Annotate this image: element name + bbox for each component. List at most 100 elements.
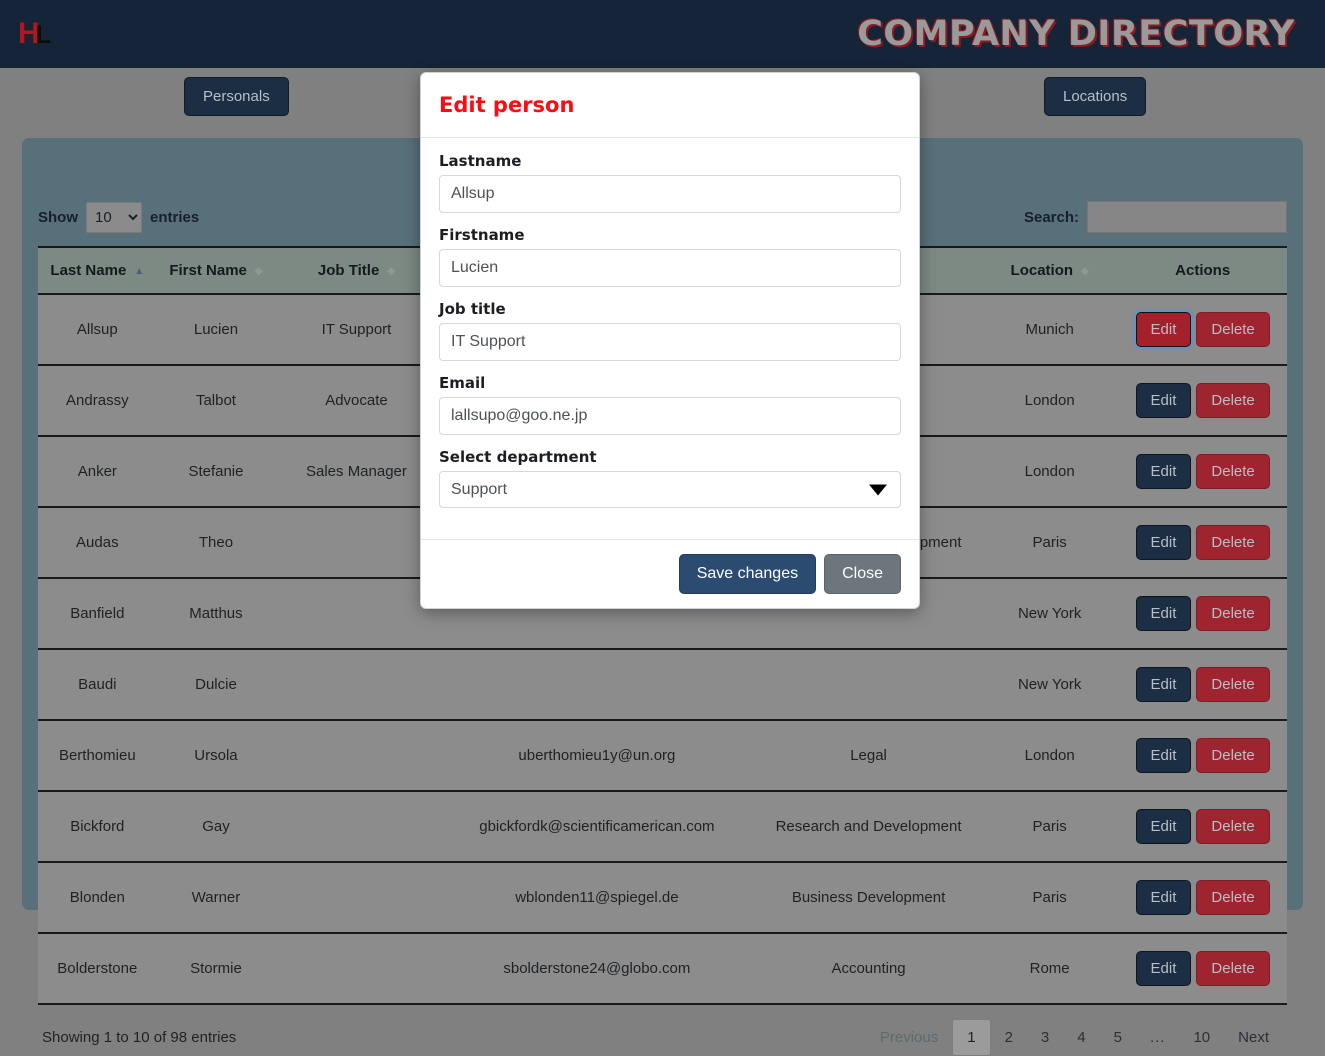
cell-loc: New York xyxy=(980,649,1119,721)
column-header-job[interactable]: Job Title ◆ xyxy=(275,246,438,295)
search-label: Search: xyxy=(1023,208,1079,226)
jobtitle-field[interactable] xyxy=(439,323,901,361)
entries-info: Showing 1 to 10 of 98 entries xyxy=(42,1029,237,1046)
modal-title: Edit person xyxy=(439,93,575,117)
pagination-previous[interactable]: Previous xyxy=(866,1020,952,1055)
edit-button[interactable]: Edit xyxy=(1135,738,1192,773)
show-entries-control: Show 102550100 entries xyxy=(38,201,200,233)
cell-first: Warner xyxy=(156,862,276,934)
pagination-page-3[interactable]: 3 xyxy=(1027,1020,1063,1055)
app-logo: HL xyxy=(18,19,51,49)
modal-header: Edit person xyxy=(421,73,919,138)
delete-button[interactable]: Delete xyxy=(1196,951,1270,986)
firstname-group: Firstname xyxy=(439,226,901,287)
cell-loc: Paris xyxy=(980,862,1119,934)
cell-last: Baudi xyxy=(38,649,157,721)
cell-job xyxy=(275,862,438,934)
cell-loc: Munich xyxy=(980,294,1119,366)
delete-button[interactable]: Delete xyxy=(1196,880,1270,915)
column-header-label: First Name xyxy=(169,262,247,279)
column-header-label: Actions xyxy=(1175,262,1231,279)
pagination-next[interactable]: Next xyxy=(1224,1020,1283,1055)
table-row: Blonden Warner wblonden11@spiegel.de Busine… xyxy=(38,862,1287,934)
sort-ascending-icon: ▲ xyxy=(134,265,145,277)
cell-email: gbickfordk@scientificamerican.com xyxy=(437,791,757,863)
cell-first: Matthus xyxy=(156,578,276,650)
edit-button[interactable]: Edit xyxy=(1135,312,1192,347)
pagination-page-1[interactable]: 1 xyxy=(952,1019,991,1056)
cell-job: Advocate xyxy=(275,365,438,437)
cell-last: Allsup xyxy=(38,294,157,366)
edit-button[interactable]: Edit xyxy=(1135,951,1192,986)
delete-button[interactable]: Delete xyxy=(1196,596,1270,631)
cell-actions: Edit Delete xyxy=(1118,862,1287,934)
cell-job xyxy=(275,507,438,579)
pagination-page-10[interactable]: 10 xyxy=(1179,1020,1224,1055)
cell-email: uberthomieu1y@un.org xyxy=(437,720,757,792)
column-header-label: Location xyxy=(1010,262,1074,279)
column-header-loc[interactable]: Location ◆ xyxy=(980,246,1119,295)
delete-button[interactable]: Delete xyxy=(1196,383,1270,418)
cell-actions: Edit Delete xyxy=(1118,649,1287,721)
delete-button[interactable]: Delete xyxy=(1196,525,1270,560)
lastname-field[interactable] xyxy=(439,175,901,213)
department-group: Select department SupportLegalSalesAccou… xyxy=(439,448,901,508)
entries-label: entries xyxy=(150,208,200,226)
nav-personals-button[interactable]: Personals xyxy=(184,77,289,116)
cell-loc: Paris xyxy=(980,791,1119,863)
search-input[interactable] xyxy=(1087,201,1287,233)
column-header-label: Last Name xyxy=(50,262,127,279)
modal-footer: Save changes Close xyxy=(421,539,919,608)
logo-letter-l: L xyxy=(35,21,51,49)
cell-first: Lucien xyxy=(156,294,276,366)
cell-last: Berthomieu xyxy=(38,720,157,792)
edit-button[interactable]: Edit xyxy=(1135,596,1192,631)
pagination-page-2[interactable]: 2 xyxy=(991,1020,1027,1055)
edit-button[interactable]: Edit xyxy=(1135,525,1192,560)
column-header-last[interactable]: Last Name ▲ xyxy=(38,246,157,295)
cell-job: IT Support xyxy=(275,294,438,366)
edit-button[interactable]: Edit xyxy=(1135,667,1192,702)
page-title: COMPANY DIRECTORY xyxy=(857,14,1295,54)
cell-dept: Research and Development xyxy=(756,791,981,863)
delete-button[interactable]: Delete xyxy=(1196,809,1270,844)
pagination-page-5[interactable]: 5 xyxy=(1100,1020,1136,1055)
edit-button[interactable]: Edit xyxy=(1135,880,1192,915)
department-select[interactable]: SupportLegalSalesAccountingBusiness Deve… xyxy=(439,471,901,508)
cell-first: Talbot xyxy=(156,365,276,437)
nav-locations-button[interactable]: Locations xyxy=(1044,77,1147,116)
search-control: Search: xyxy=(1024,201,1287,233)
edit-button[interactable]: Edit xyxy=(1135,454,1192,489)
table-row: Berthomieu Ursola uberthomieu1y@un.org Lega… xyxy=(38,720,1287,792)
edit-person-modal: Edit person Lastname Firstname Job title… xyxy=(420,72,920,609)
save-changes-button[interactable]: Save changes xyxy=(678,554,817,594)
pagination-page-4[interactable]: 4 xyxy=(1063,1020,1099,1055)
firstname-field[interactable] xyxy=(439,249,901,287)
cell-dept: Business Development xyxy=(756,862,981,934)
cell-email xyxy=(437,649,757,721)
cell-loc: London xyxy=(980,436,1119,508)
delete-button[interactable]: Delete xyxy=(1196,312,1270,347)
page-length-select[interactable]: 102550100 xyxy=(86,201,142,233)
delete-button[interactable]: Delete xyxy=(1196,667,1270,702)
delete-button[interactable]: Delete xyxy=(1196,454,1270,489)
lastname-label: Lastname xyxy=(439,152,522,170)
cell-job xyxy=(275,649,438,721)
close-modal-button[interactable]: Close xyxy=(824,554,901,594)
lastname-group: Lastname xyxy=(439,152,901,213)
email-field[interactable] xyxy=(439,397,901,435)
cell-actions: Edit Delete xyxy=(1118,294,1287,366)
delete-button[interactable]: Delete xyxy=(1196,738,1270,773)
cell-loc: London xyxy=(980,720,1119,792)
edit-button[interactable]: Edit xyxy=(1135,383,1192,418)
column-header-first[interactable]: First Name ◆ xyxy=(156,246,276,295)
email-group: Email xyxy=(439,374,901,435)
cell-job: Sales Manager xyxy=(275,436,438,508)
cell-last: Blonden xyxy=(38,862,157,934)
cell-job xyxy=(275,578,438,650)
edit-button[interactable]: Edit xyxy=(1135,809,1192,844)
cell-last: Banfield xyxy=(38,578,157,650)
jobtitle-group: Job title xyxy=(439,300,901,361)
cell-dept: Accounting xyxy=(756,933,981,1005)
pagination-ellipsis[interactable]: ... xyxy=(1136,1020,1180,1055)
